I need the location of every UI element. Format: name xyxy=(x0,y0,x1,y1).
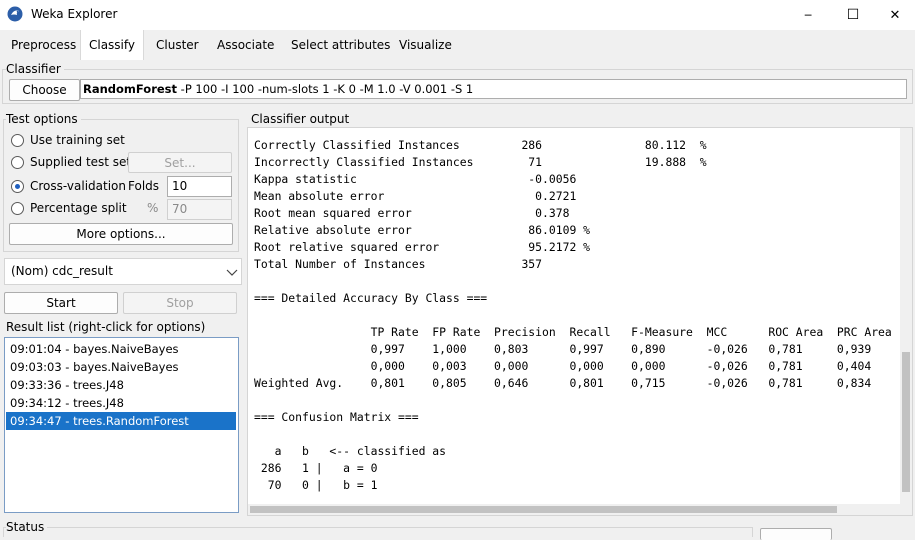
horizontal-scroll-thumb[interactable] xyxy=(250,506,837,513)
choose-button[interactable]: Choose xyxy=(9,79,80,101)
status-group xyxy=(3,527,753,537)
output-line: === Detailed Accuracy By Class === xyxy=(254,291,488,305)
classifier-output-text: Correctly Classified Instances 286 80.11… xyxy=(254,137,892,494)
result-item[interactable]: 09:34:12 - trees.J48 xyxy=(6,394,236,412)
maximize-icon: ☐ xyxy=(846,7,860,23)
output-line: Root mean squared error 0.378 xyxy=(254,206,570,220)
percentage-split-label[interactable]: Percentage split xyxy=(30,201,127,215)
minimize-icon: ─ xyxy=(804,8,812,22)
classifier-config-field[interactable]: RandomForest -P 100 -I 100 -num-slots 1 … xyxy=(80,79,907,99)
output-line: Total Number of Instances 357 xyxy=(254,257,543,271)
output-line: Root relative squared error 95.2172 % xyxy=(254,240,591,254)
output-line: Kappa statistic -0.0056 xyxy=(254,172,577,186)
use-training-radio[interactable] xyxy=(11,134,24,147)
weka-bird-icon xyxy=(7,6,23,22)
tab-classify[interactable]: Classify xyxy=(80,30,144,60)
result-list-label: Result list (right-click for options) xyxy=(6,320,209,334)
tab-associate[interactable]: Associate xyxy=(217,30,274,60)
folds-label: Folds xyxy=(128,179,160,193)
tab-select-attributes[interactable]: Select attributes xyxy=(291,30,390,60)
output-line: 286 1 | a = 0 xyxy=(254,461,378,475)
output-line: a b <-- classified as xyxy=(254,444,447,458)
class-attribute-value: (Nom) cdc_result xyxy=(11,264,113,278)
output-line: 0,000 0,003 0,000 0,000 0,000 -0,026 0,7… xyxy=(254,359,872,373)
vertical-scroll-thumb[interactable] xyxy=(902,352,910,492)
classifier-group-label: Classifier xyxy=(6,62,64,76)
set-button[interactable]: Set... xyxy=(128,152,232,173)
chevron-down-icon[interactable] xyxy=(226,266,238,276)
folds-input[interactable]: 10 xyxy=(167,176,232,197)
tab-cluster[interactable]: Cluster xyxy=(156,30,199,60)
use-training-label[interactable]: Use training set xyxy=(30,133,125,147)
tab-preprocess[interactable]: Preprocess xyxy=(11,30,76,60)
tab-visualize[interactable]: Visualize xyxy=(399,30,452,60)
result-item[interactable]: 09:01:04 - bayes.NaiveBayes xyxy=(6,340,236,358)
log-button[interactable] xyxy=(760,528,832,540)
more-options-button[interactable]: More options... xyxy=(9,223,233,245)
close-button[interactable]: ✕ xyxy=(872,0,915,30)
output-line: Mean absolute error 0.2721 xyxy=(254,189,577,203)
classifier-name: RandomForest xyxy=(83,82,178,96)
stop-button[interactable]: Stop xyxy=(123,292,237,314)
status-label: Status xyxy=(6,520,48,534)
result-item[interactable]: 09:03:03 - bayes.NaiveBayes xyxy=(6,358,236,376)
percent-symbol: % xyxy=(147,201,159,215)
cross-validation-label[interactable]: Cross-validation xyxy=(30,179,126,193)
output-line: 0,997 1,000 0,803 0,997 0,890 -0,026 0,7… xyxy=(254,342,872,356)
close-icon: ✕ xyxy=(889,7,901,23)
minimize-button[interactable]: ─ xyxy=(785,0,831,30)
supplied-test-radio[interactable] xyxy=(11,156,24,169)
percentage-split-radio[interactable] xyxy=(11,202,24,215)
output-line: === Confusion Matrix === xyxy=(254,410,419,424)
title-bar xyxy=(0,0,915,30)
classifier-output-panel[interactable]: Correctly Classified Instances 286 80.11… xyxy=(247,127,913,516)
class-attribute-select[interactable]: (Nom) cdc_result xyxy=(4,258,242,285)
output-line: Incorrectly Classified Instances 71 19.8… xyxy=(254,155,707,169)
output-horizontal-scrollbar[interactable] xyxy=(248,504,912,515)
classifier-options: -P 100 -I 100 -num-slots 1 -K 0 -M 1.0 -… xyxy=(177,82,474,96)
output-line: 70 0 | b = 1 xyxy=(254,478,378,492)
result-list[interactable]: 09:01:04 - bayes.NaiveBayes 09:03:03 - b… xyxy=(4,337,239,513)
output-line: Correctly Classified Instances 286 80.11… xyxy=(254,138,707,152)
cross-validation-radio[interactable] xyxy=(11,180,24,193)
test-options-label: Test options xyxy=(6,112,81,126)
supplied-test-label[interactable]: Supplied test set xyxy=(30,155,131,169)
percent-input[interactable]: 70 xyxy=(167,199,232,220)
start-button[interactable]: Start xyxy=(4,292,118,314)
classifier-output-label: Classifier output xyxy=(251,112,353,126)
output-line: TP Rate FP Rate Precision Recall F-Measu… xyxy=(254,325,892,339)
output-line: Relative absolute error 86.0109 % xyxy=(254,223,591,237)
window-title: Weka Explorer xyxy=(31,7,118,21)
result-item[interactable]: 09:33:36 - trees.J48 xyxy=(6,376,236,394)
result-item-selected[interactable]: 09:34:47 - trees.RandomForest xyxy=(6,412,236,430)
output-line: Weighted Avg. 0,801 0,805 0,646 0,801 0,… xyxy=(254,376,872,390)
maximize-button[interactable]: ☐ xyxy=(830,0,876,30)
output-vertical-scrollbar[interactable] xyxy=(900,128,912,506)
